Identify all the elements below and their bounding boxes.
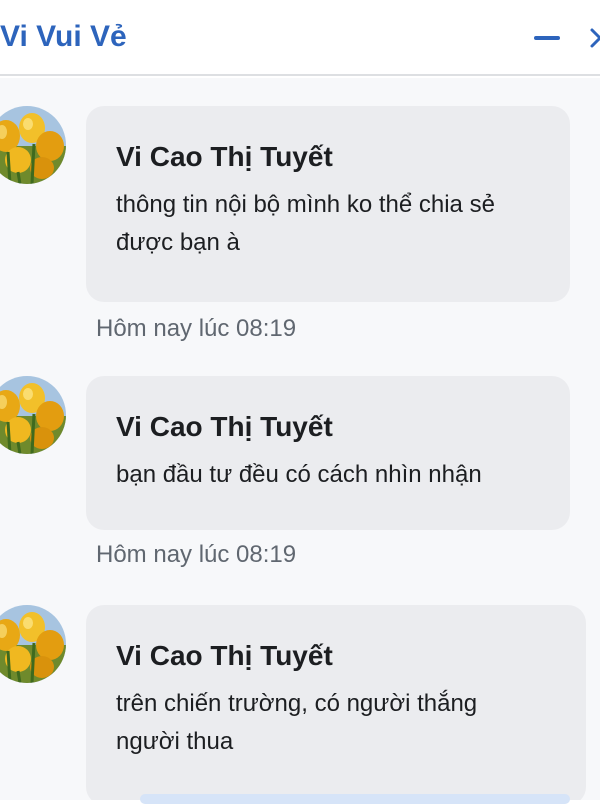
sender-name[interactable]: Vi Cao Thị Tuyết xyxy=(116,639,558,673)
chat-title[interactable]: Vi Vui Vẻ xyxy=(0,18,127,56)
message-bubble[interactable]: Vi Cao Thị Tuyết bạn đầu tư đều có cách … xyxy=(86,376,570,530)
message-timestamp: Hôm nay lúc 08:19 xyxy=(96,541,297,568)
yellow-tulips-avatar-icon xyxy=(0,376,66,454)
message-timestamp: Hôm nay lúc 08:19 xyxy=(96,315,297,342)
message-list[interactable]: Vi Cao Thị Tuyết thông tin nội bộ mình k… xyxy=(0,78,600,800)
message-bubble[interactable]: Vi Cao Thị Tuyết thông tin nội bộ mình k… xyxy=(86,106,570,302)
yellow-tulips-avatar-icon xyxy=(0,605,66,683)
sender-name[interactable]: Vi Cao Thị Tuyết xyxy=(116,140,542,174)
message-bubble[interactable]: Vi Cao Thị Tuyết trên chiến trường, có n… xyxy=(86,605,586,800)
avatar[interactable] xyxy=(0,605,66,683)
close-icon[interactable] xyxy=(588,24,600,52)
message-text: thông tin nội bộ mình ko thể chia sẻ đượ… xyxy=(116,191,495,256)
avatar[interactable] xyxy=(0,376,66,454)
composer-edge xyxy=(140,794,570,804)
yellow-tulips-avatar-icon xyxy=(0,106,66,184)
avatar[interactable] xyxy=(0,106,66,184)
message-item: Vi Cao Thị Tuyết trên chiến trường, có n… xyxy=(0,605,600,800)
sender-name[interactable]: Vi Cao Thị Tuyết xyxy=(116,410,542,444)
message-item: Vi Cao Thị Tuyết thông tin nội bộ mình k… xyxy=(0,106,600,406)
message-item: Vi Cao Thị Tuyết bạn đầu tư đều có cách … xyxy=(0,376,600,586)
message-text: bạn đầu tư đều có cách nhìn nhận xyxy=(116,461,482,488)
message-text: trên chiến trường, có người thắng người … xyxy=(116,690,478,755)
minimize-icon[interactable] xyxy=(534,36,560,40)
chat-header: Vi Vui Vẻ xyxy=(0,0,600,76)
